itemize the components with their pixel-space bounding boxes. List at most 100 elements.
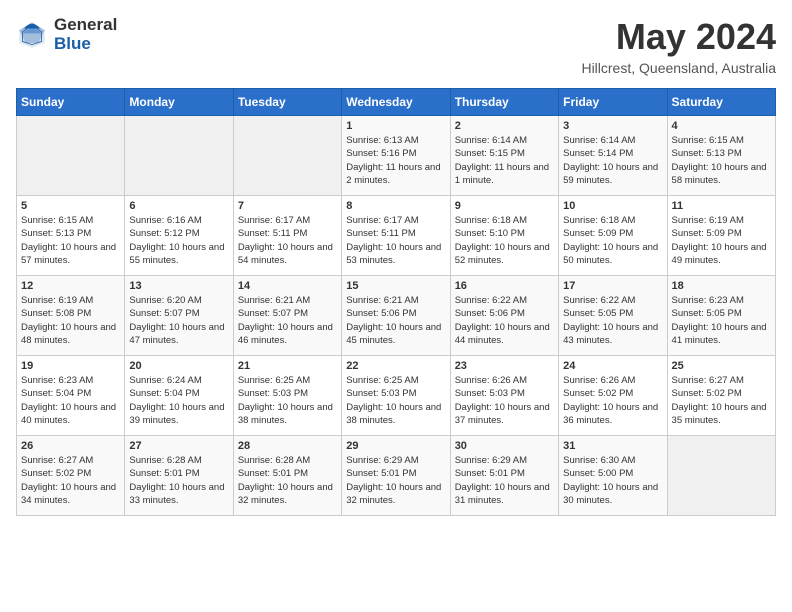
day-number: 2 xyxy=(455,120,554,132)
day-number: 17 xyxy=(563,280,662,292)
day-cell: 10 Sunrise: 6:18 AMSunset: 5:09 PMDayligh… xyxy=(559,196,667,276)
day-number: 8 xyxy=(346,200,445,212)
day-cell: 4 Sunrise: 6:15 AMSunset: 5:13 PMDaylight… xyxy=(667,116,775,196)
day-number: 29 xyxy=(346,440,445,452)
day-number: 7 xyxy=(238,200,337,212)
logo-general: General xyxy=(54,16,117,35)
day-number: 18 xyxy=(672,280,771,292)
day-info: Sunrise: 6:19 AMSunset: 5:09 PMDaylight:… xyxy=(672,214,771,267)
logo-icon xyxy=(16,19,48,51)
day-info: Sunrise: 6:19 AMSunset: 5:08 PMDaylight:… xyxy=(21,294,120,347)
day-info: Sunrise: 6:29 AMSunset: 5:01 PMDaylight:… xyxy=(346,454,445,507)
day-cell: 12 Sunrise: 6:19 AMSunset: 5:08 PMDayligh… xyxy=(17,276,125,356)
logo-text: General Blue xyxy=(54,16,117,53)
day-number: 19 xyxy=(21,360,120,372)
logo: General Blue xyxy=(16,16,117,53)
day-cell: 18 Sunrise: 6:23 AMSunset: 5:05 PMDayligh… xyxy=(667,276,775,356)
day-number: 21 xyxy=(238,360,337,372)
day-info: Sunrise: 6:23 AMSunset: 5:04 PMDaylight:… xyxy=(21,374,120,427)
week-row-1: 1Sunrise: 6:13 AMSunset: 5:16 PMDaylight… xyxy=(17,116,776,196)
day-number: 30 xyxy=(455,440,554,452)
day-cell: 3 Sunrise: 6:14 AMSunset: 5:14 PMDaylight… xyxy=(559,116,667,196)
header-saturday: Saturday xyxy=(667,89,775,116)
day-cell: 11 Sunrise: 6:19 AMSunset: 5:09 PMDayligh… xyxy=(667,196,775,276)
calendar-title: May 2024 xyxy=(581,16,776,58)
day-cell: 8 Sunrise: 6:17 AMSunset: 5:11 PMDaylight… xyxy=(342,196,450,276)
day-info: Sunrise: 6:28 AMSunset: 5:01 PMDaylight:… xyxy=(238,454,337,507)
day-number: 11 xyxy=(672,200,771,212)
day-info: Sunrise: 6:20 AMSunset: 5:07 PMDaylight:… xyxy=(129,294,228,347)
day-number: 24 xyxy=(563,360,662,372)
day-cell: 2 Sunrise: 6:14 AMSunset: 5:15 PMDaylight… xyxy=(450,116,558,196)
week-row-4: 19 Sunrise: 6:23 AMSunset: 5:04 PMDayligh… xyxy=(17,356,776,436)
day-info: Sunrise: 6:14 AMSunset: 5:14 PMDaylight:… xyxy=(563,134,662,187)
page-header: General Blue May 2024 Hillcrest, Queensl… xyxy=(16,16,776,76)
day-cell: 15 Sunrise: 6:21 AMSunset: 5:06 PMDayligh… xyxy=(342,276,450,356)
day-number: 28 xyxy=(238,440,337,452)
day-cell: 26Sunrise: 6:27 AMSunset: 5:02 PMDayligh… xyxy=(17,436,125,516)
day-number: 20 xyxy=(129,360,228,372)
day-number: 14 xyxy=(238,280,337,292)
day-number: 22 xyxy=(346,360,445,372)
day-info: Sunrise: 6:21 AMSunset: 5:07 PMDaylight:… xyxy=(238,294,337,347)
day-number: 9 xyxy=(455,200,554,212)
day-cell xyxy=(125,116,233,196)
day-info: Sunrise: 6:22 AMSunset: 5:05 PMDaylight:… xyxy=(563,294,662,347)
day-cell: 28 Sunrise: 6:28 AMSunset: 5:01 PMDayligh… xyxy=(233,436,341,516)
header-tuesday: Tuesday xyxy=(233,89,341,116)
day-number: 6 xyxy=(129,200,228,212)
day-cell: 27 Sunrise: 6:28 AMSunset: 5:01 PMDayligh… xyxy=(125,436,233,516)
day-number: 16 xyxy=(455,280,554,292)
day-info: Sunrise: 6:15 AMSunset: 5:13 PMDaylight:… xyxy=(672,134,771,187)
day-cell: 24 Sunrise: 6:26 AMSunset: 5:02 PMDayligh… xyxy=(559,356,667,436)
day-cell: 1Sunrise: 6:13 AMSunset: 5:16 PMDaylight… xyxy=(342,116,450,196)
day-number: 13 xyxy=(129,280,228,292)
day-number: 12 xyxy=(21,280,120,292)
day-number: 31 xyxy=(563,440,662,452)
day-info: Sunrise: 6:29 AMSunset: 5:01 PMDaylight:… xyxy=(455,454,554,507)
day-info: Sunrise: 6:28 AMSunset: 5:01 PMDaylight:… xyxy=(129,454,228,507)
day-number: 26 xyxy=(21,440,120,452)
week-row-2: 5Sunrise: 6:15 AMSunset: 5:13 PMDaylight… xyxy=(17,196,776,276)
day-number: 10 xyxy=(563,200,662,212)
day-info: Sunrise: 6:23 AMSunset: 5:05 PMDaylight:… xyxy=(672,294,771,347)
day-number: 3 xyxy=(563,120,662,132)
day-info: Sunrise: 6:22 AMSunset: 5:06 PMDaylight:… xyxy=(455,294,554,347)
day-cell: 17 Sunrise: 6:22 AMSunset: 5:05 PMDayligh… xyxy=(559,276,667,356)
header-friday: Friday xyxy=(559,89,667,116)
day-info: Sunrise: 6:26 AMSunset: 5:02 PMDaylight:… xyxy=(563,374,662,427)
week-row-5: 26Sunrise: 6:27 AMSunset: 5:02 PMDayligh… xyxy=(17,436,776,516)
day-cell: 16 Sunrise: 6:22 AMSunset: 5:06 PMDayligh… xyxy=(450,276,558,356)
day-number: 4 xyxy=(672,120,771,132)
day-info: Sunrise: 6:14 AMSunset: 5:15 PMDaylight:… xyxy=(455,134,554,187)
header-sunday: Sunday xyxy=(17,89,125,116)
day-info: Sunrise: 6:16 AMSunset: 5:12 PMDaylight:… xyxy=(129,214,228,267)
day-cell: 22Sunrise: 6:25 AMSunset: 5:03 PMDayligh… xyxy=(342,356,450,436)
day-number: 23 xyxy=(455,360,554,372)
day-info: Sunrise: 6:21 AMSunset: 5:06 PMDaylight:… xyxy=(346,294,445,347)
logo-blue: Blue xyxy=(54,35,117,54)
calendar-table: SundayMondayTuesdayWednesdayThursdayFrid… xyxy=(16,88,776,516)
week-row-3: 12 Sunrise: 6:19 AMSunset: 5:08 PMDayligh… xyxy=(17,276,776,356)
day-info: Sunrise: 6:18 AMSunset: 5:09 PMDaylight:… xyxy=(563,214,662,267)
day-number: 27 xyxy=(129,440,228,452)
day-cell: 31 Sunrise: 6:30 AMSunset: 5:00 PMDayligh… xyxy=(559,436,667,516)
day-info: Sunrise: 6:25 AMSunset: 5:03 PMDaylight:… xyxy=(238,374,337,427)
day-cell: 23Sunrise: 6:26 AMSunset: 5:03 PMDayligh… xyxy=(450,356,558,436)
day-info: Sunrise: 6:15 AMSunset: 5:13 PMDaylight:… xyxy=(21,214,120,267)
day-info: Sunrise: 6:17 AMSunset: 5:11 PMDaylight:… xyxy=(346,214,445,267)
day-cell: 30 Sunrise: 6:29 AMSunset: 5:01 PMDayligh… xyxy=(450,436,558,516)
calendar-subtitle: Hillcrest, Queensland, Australia xyxy=(581,60,776,76)
day-info: Sunrise: 6:30 AMSunset: 5:00 PMDaylight:… xyxy=(563,454,662,507)
day-cell: 9 Sunrise: 6:18 AMSunset: 5:10 PMDaylight… xyxy=(450,196,558,276)
day-cell: 6 Sunrise: 6:16 AMSunset: 5:12 PMDaylight… xyxy=(125,196,233,276)
day-cell xyxy=(233,116,341,196)
day-number: 25 xyxy=(672,360,771,372)
header-wednesday: Wednesday xyxy=(342,89,450,116)
day-cell: 20Sunrise: 6:24 AMSunset: 5:04 PMDayligh… xyxy=(125,356,233,436)
day-cell: 29 Sunrise: 6:29 AMSunset: 5:01 PMDayligh… xyxy=(342,436,450,516)
day-cell: 7Sunrise: 6:17 AMSunset: 5:11 PMDaylight… xyxy=(233,196,341,276)
day-info: Sunrise: 6:18 AMSunset: 5:10 PMDaylight:… xyxy=(455,214,554,267)
day-number: 15 xyxy=(346,280,445,292)
header-row: SundayMondayTuesdayWednesdayThursdayFrid… xyxy=(17,89,776,116)
